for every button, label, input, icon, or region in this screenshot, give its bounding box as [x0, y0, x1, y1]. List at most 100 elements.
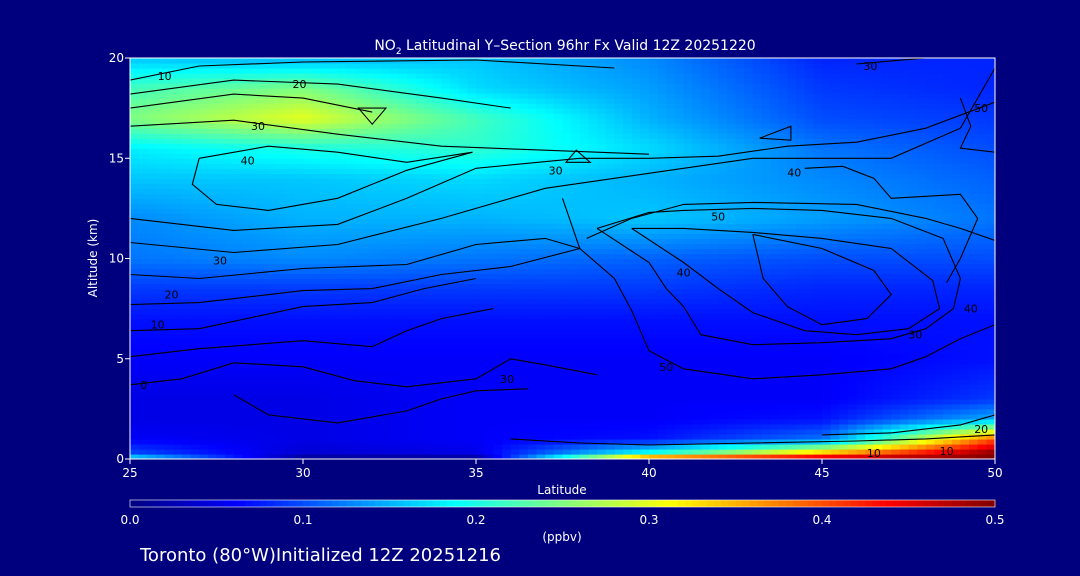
heatmap-cell — [899, 243, 910, 250]
heatmap-cell — [657, 398, 667, 405]
heatmap-cell — [692, 423, 702, 430]
heatmap-cell — [328, 333, 339, 340]
heatmap-cell — [527, 313, 538, 320]
heatmap-cell — [562, 238, 572, 245]
heatmap-cell — [354, 243, 365, 250]
heatmap-cell — [294, 428, 304, 435]
heatmap-cell — [181, 308, 192, 315]
heatmap-cell — [735, 218, 745, 225]
heatmap-cell — [865, 373, 875, 380]
heatmap-cell — [493, 223, 503, 230]
heatmap-cell — [847, 223, 858, 230]
heatmap-cell — [986, 393, 995, 400]
heatmap-cell — [951, 233, 961, 240]
heatmap-cell — [899, 308, 910, 315]
heatmap-cell — [796, 413, 806, 420]
heatmap-cell — [398, 368, 408, 375]
heatmap-cell — [225, 303, 235, 310]
heatmap-cell — [164, 363, 174, 370]
heatmap-cell — [510, 278, 520, 285]
heatmap-cell — [432, 443, 442, 450]
heatmap-cell — [363, 273, 373, 280]
heatmap-cell — [640, 288, 650, 295]
heatmap-cell — [778, 418, 788, 425]
heatmap-cell — [311, 353, 321, 360]
heatmap-cell — [752, 243, 763, 250]
heatmap-cell — [882, 218, 892, 225]
heatmap-cell — [476, 433, 486, 440]
heatmap-cell — [519, 403, 529, 410]
heatmap-cell — [285, 223, 295, 230]
heatmap-cell — [943, 438, 953, 445]
heatmap-cell — [726, 423, 737, 430]
heatmap-cell — [337, 363, 347, 370]
heatmap-cell — [259, 388, 269, 395]
heatmap-cell — [579, 293, 590, 300]
heatmap-cell — [666, 303, 676, 310]
heatmap-cell — [337, 348, 347, 355]
heatmap-cell — [744, 218, 754, 225]
heatmap-cell — [519, 223, 529, 230]
heatmap-cell — [389, 258, 399, 265]
heatmap-cell — [199, 208, 209, 214]
heatmap-cell — [458, 323, 468, 330]
heatmap-cell — [865, 208, 875, 214]
heatmap-cell — [225, 393, 235, 400]
heatmap-cell — [744, 333, 754, 340]
heatmap-cell — [649, 313, 659, 320]
heatmap-cell — [960, 363, 970, 370]
heatmap-cell — [562, 228, 572, 235]
heatmap-cell — [328, 398, 339, 405]
heatmap-cell — [770, 213, 780, 219]
heatmap-cell — [986, 378, 995, 385]
heatmap-cell — [138, 423, 148, 430]
heatmap-cell — [778, 438, 788, 445]
heatmap-cell — [519, 393, 529, 400]
heatmap-cell — [839, 408, 849, 415]
heatmap-cell — [839, 228, 849, 235]
heatmap-cell — [372, 328, 382, 335]
heatmap-cell — [752, 303, 763, 310]
heatmap-cell — [277, 293, 287, 300]
heatmap-cell — [510, 233, 520, 240]
heatmap-cell — [562, 318, 572, 325]
heatmap-cell — [311, 298, 321, 305]
heatmap-cell — [778, 383, 788, 390]
heatmap-cell — [337, 443, 347, 450]
heatmap-cell — [562, 353, 572, 360]
heatmap-cell — [778, 258, 788, 265]
heatmap-cell — [796, 283, 806, 290]
heatmap-cell — [147, 288, 157, 295]
heatmap-cell — [510, 258, 520, 265]
heatmap-cell — [328, 348, 339, 355]
heatmap-cell — [259, 423, 269, 430]
heatmap-cell — [199, 373, 209, 380]
heatmap-cell — [605, 323, 615, 330]
heatmap-cell — [562, 388, 572, 395]
heatmap-cell — [614, 248, 624, 255]
heatmap-cell — [251, 278, 261, 285]
heatmap-cell — [605, 253, 615, 260]
heatmap-cell — [692, 373, 702, 380]
heatmap-cell — [467, 413, 477, 420]
heatmap-cell — [839, 278, 849, 285]
heatmap-cell — [752, 363, 763, 370]
heatmap-cell — [251, 233, 261, 240]
heatmap-cell — [225, 213, 235, 219]
heatmap-cell — [199, 438, 209, 445]
heatmap-cell — [354, 373, 365, 380]
heatmap-cell — [510, 248, 520, 255]
heatmap-cell — [251, 348, 261, 355]
heatmap-cell — [804, 273, 814, 280]
heatmap-cell — [934, 333, 944, 340]
heatmap-cell — [839, 308, 849, 315]
heatmap-cell — [130, 268, 140, 275]
heatmap-cell — [804, 323, 814, 330]
heatmap-cell — [467, 213, 477, 219]
heatmap-cell — [752, 323, 763, 330]
heatmap-cell — [761, 353, 771, 360]
heatmap-cell — [199, 278, 209, 285]
heatmap-cell — [761, 383, 771, 390]
heatmap-cell — [856, 338, 866, 345]
heatmap-cell — [216, 313, 226, 320]
